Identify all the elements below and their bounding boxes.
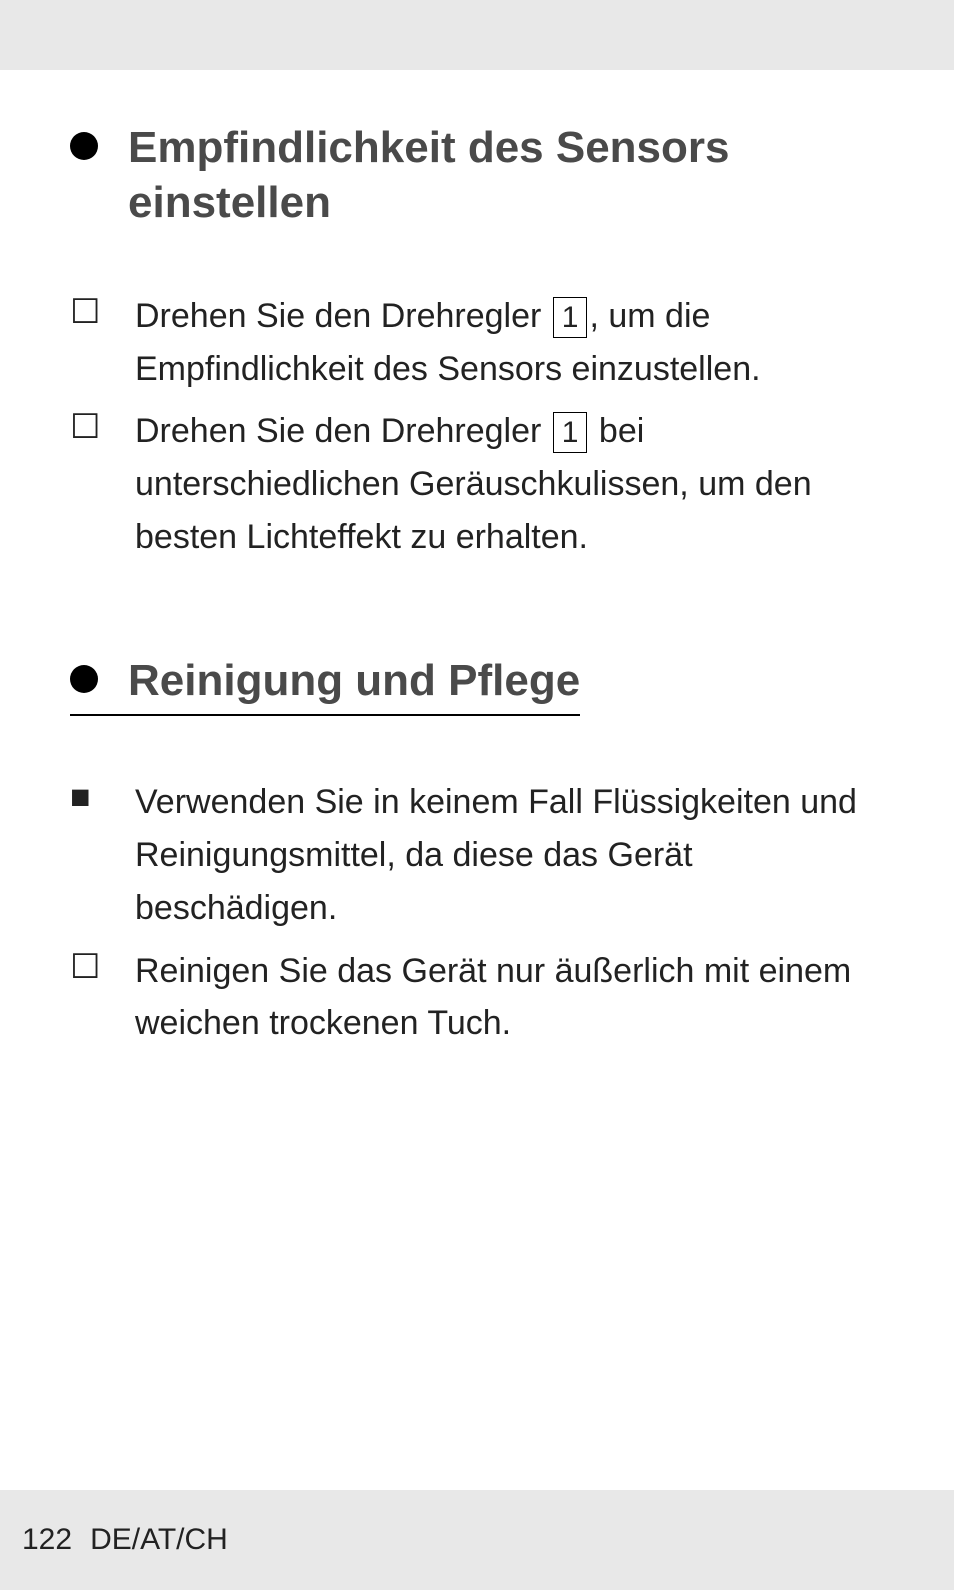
reference-box: 1 bbox=[553, 297, 588, 338]
list-text: Verwenden Sie in keinem Fall Flüssigkeit… bbox=[135, 776, 884, 934]
text-part: Drehen Sie den Drehregler bbox=[135, 297, 551, 335]
top-bar bbox=[0, 0, 954, 70]
page-content: Empfindlichkeit des Sensors einstellen ☐… bbox=[0, 70, 954, 1050]
checkbox-bullet-icon: ☐ bbox=[70, 290, 135, 332]
list-text: Drehen Sie den Drehregler 1, um die Empf… bbox=[135, 290, 884, 395]
footer-bar: 122 DE/AT/CH bbox=[0, 1490, 954, 1590]
text-part: Verwenden Sie in keinem Fall Flüssigkeit… bbox=[135, 783, 857, 926]
square-bullet-icon: ■ bbox=[70, 776, 135, 817]
checkbox-bullet-icon: ☐ bbox=[70, 405, 135, 447]
list-item: ■ Verwenden Sie in keinem Fall Flüssigke… bbox=[70, 776, 884, 934]
text-part: Drehen Sie den Drehregler bbox=[135, 412, 551, 450]
list-text: Reinigen Sie das Gerät nur äußer­lich mi… bbox=[135, 945, 884, 1050]
section-heading: Reinigung und Pflege bbox=[70, 653, 580, 716]
checkbox-bullet-icon: ☐ bbox=[70, 945, 135, 987]
list-item: ☐ Reinigen Sie das Gerät nur äußer­lich … bbox=[70, 945, 884, 1050]
bullet-circle-icon bbox=[70, 132, 98, 160]
reference-box: 1 bbox=[553, 412, 588, 453]
list-item: ☐ Drehen Sie den Drehregler 1, um die Em… bbox=[70, 290, 884, 395]
bullet-circle-icon bbox=[70, 665, 98, 693]
list-item: ☐ Drehen Sie den Drehregler 1 bei unters… bbox=[70, 405, 884, 563]
section-heading: Empfindlichkeit des Sensors einstellen bbox=[70, 120, 884, 230]
text-part: Reinigen Sie das Gerät nur äußer­lich mi… bbox=[135, 952, 851, 1043]
page-number: 122 bbox=[22, 1523, 72, 1557]
language-code: DE/AT/CH bbox=[90, 1523, 228, 1557]
list-text: Drehen Sie den Drehregler 1 bei untersch… bbox=[135, 405, 884, 563]
heading-text: Empfindlichkeit des Sensors einstellen bbox=[128, 120, 884, 230]
heading-text: Reinigung und Pflege bbox=[128, 653, 580, 708]
